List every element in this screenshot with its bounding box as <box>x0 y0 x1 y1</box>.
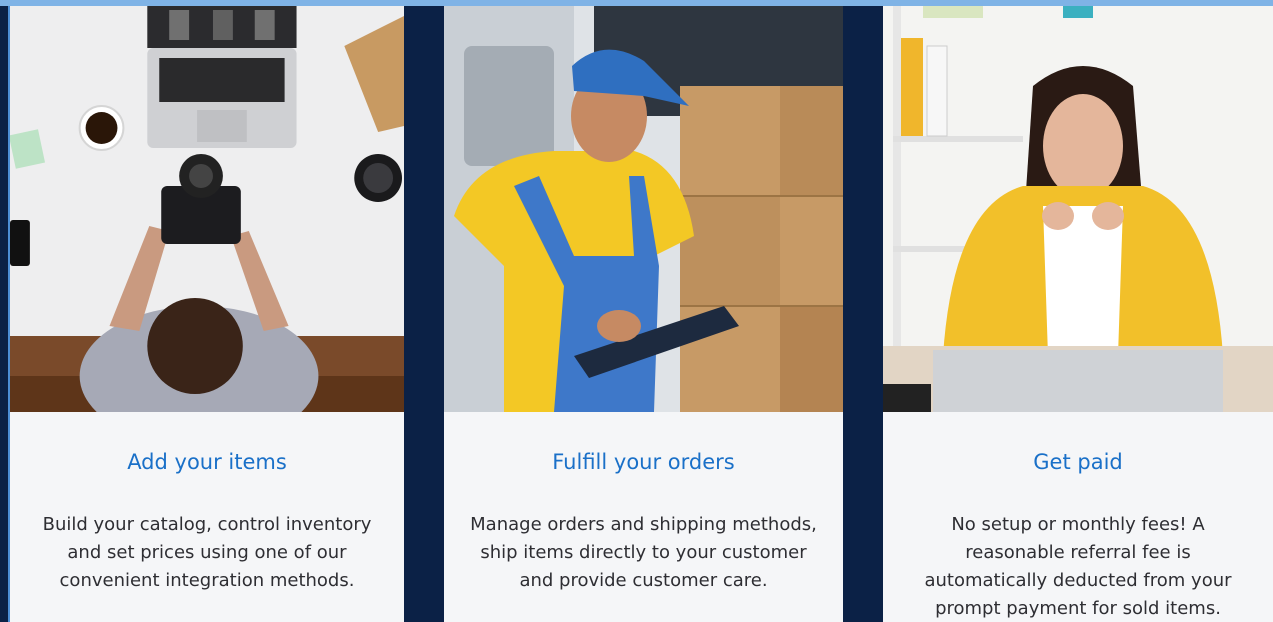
feature-card-get-paid: Get paid No setup or monthly fees! A rea… <box>883 6 1273 622</box>
feature-card-add-items: Add your items Build your catalog, contr… <box>8 6 404 622</box>
card-description: Manage orders and shipping methods, ship… <box>470 514 817 591</box>
feature-card-fulfill-orders: Fulfill your orders Manage orders and sh… <box>444 6 843 622</box>
delivery-worker-image <box>444 6 843 412</box>
woman-laptop-image <box>883 6 1273 412</box>
card-title: Get paid <box>1033 450 1123 474</box>
card-description: Build your catalog, control inventory an… <box>42 514 372 591</box>
card-title: Fulfill your orders <box>552 450 735 474</box>
camera-desk-image <box>10 6 404 412</box>
card-description: No setup or monthly fees! A reasonable r… <box>924 514 1232 619</box>
card-title: Add your items <box>127 450 287 474</box>
